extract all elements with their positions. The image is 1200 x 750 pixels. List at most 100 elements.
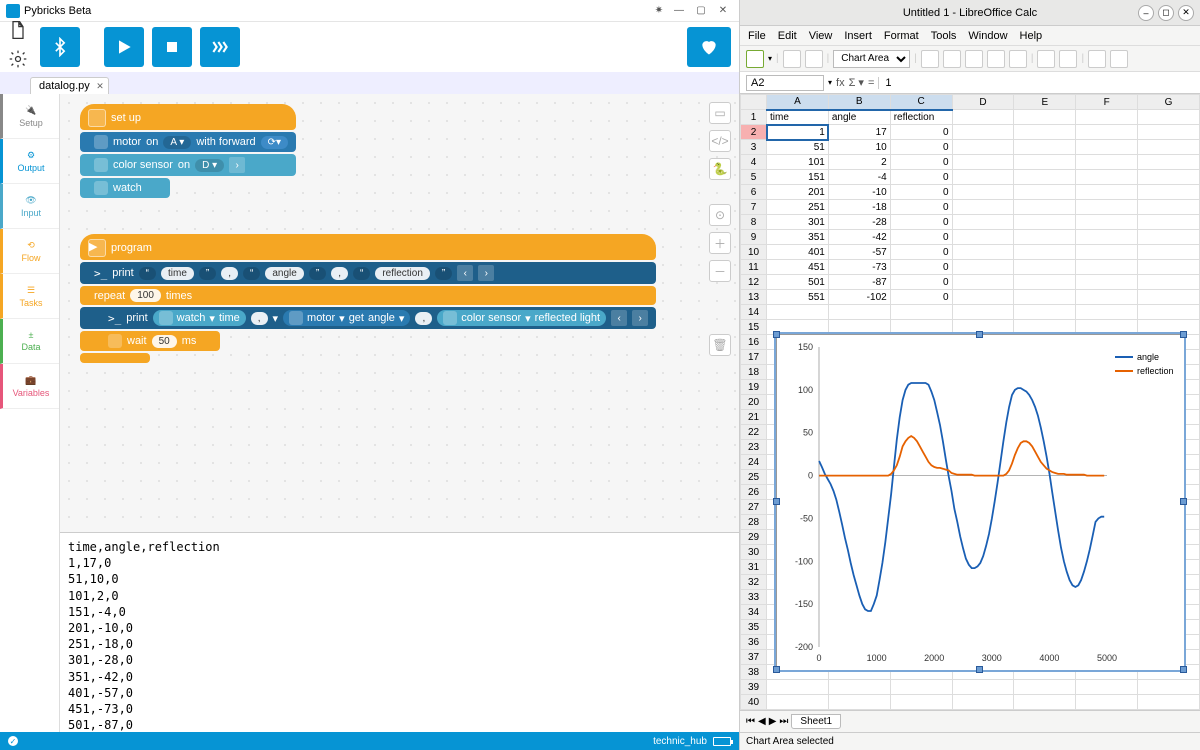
row-header[interactable]: 25 — [741, 470, 767, 485]
chart-wall-icon[interactable] — [987, 50, 1005, 68]
minimize-button[interactable]: — — [669, 3, 689, 19]
new-file-icon[interactable] — [8, 20, 28, 45]
cell[interactable]: 0 — [890, 275, 952, 290]
row-header[interactable]: 22 — [741, 425, 767, 440]
chevron-right-icon[interactable]: › — [632, 310, 648, 326]
row-header[interactable]: 30 — [741, 545, 767, 560]
cell[interactable]: 551 — [767, 290, 829, 305]
row-header[interactable]: 1 — [741, 110, 767, 125]
block-print-headers[interactable]: >_ print “time” , “angle” , “reflection”… — [80, 262, 656, 284]
row-header[interactable]: 40 — [741, 695, 767, 710]
cell[interactable]: -87 — [828, 275, 890, 290]
cell[interactable]: 0 — [890, 230, 952, 245]
last-sheet-icon[interactable]: ⏭ — [779, 716, 788, 727]
block-watch[interactable]: watch — [80, 178, 170, 198]
row-header[interactable]: 4 — [741, 155, 767, 170]
zoom-in-icon[interactable]: ＋ — [709, 232, 731, 254]
cell[interactable]: 0 — [890, 155, 952, 170]
row-header[interactable]: 19 — [741, 380, 767, 395]
col-header[interactable]: C — [890, 95, 952, 110]
chart-type-icon[interactable] — [943, 50, 961, 68]
cell[interactable]: reflection — [890, 110, 952, 125]
cell[interactable]: 501 — [767, 275, 829, 290]
tab-datalog[interactable]: datalog.py✕ — [30, 77, 109, 94]
cell[interactable]: angle — [828, 110, 890, 125]
row-header[interactable]: 14 — [741, 305, 767, 320]
python-icon[interactable]: 🐍 — [709, 158, 731, 180]
row-header[interactable]: 34 — [741, 605, 767, 620]
expr-reflected-light[interactable]: color sensor ▾ reflected light — [437, 310, 606, 326]
cell[interactable]: 0 — [890, 260, 952, 275]
cell[interactable]: 2 — [828, 155, 890, 170]
row-header[interactable]: 15 — [741, 320, 767, 335]
axes-icon[interactable] — [1059, 50, 1077, 68]
row-header[interactable]: 31 — [741, 560, 767, 575]
category-setup[interactable]: 🔌Setup — [0, 94, 59, 139]
port-dropdown[interactable]: A ▾ — [163, 136, 191, 149]
block-wait[interactable]: wait 50 ms — [80, 331, 220, 351]
spreadsheet[interactable]: ABCDEFG1timeanglereflection2117035110041… — [740, 94, 1200, 710]
minimize-button[interactable]: – — [1138, 5, 1154, 21]
col-header[interactable]: D — [952, 95, 1014, 110]
fx-icon[interactable]: fx — [836, 77, 845, 89]
row-header[interactable]: 24 — [741, 455, 767, 470]
cell[interactable]: -73 — [828, 260, 890, 275]
row-header[interactable]: 36 — [741, 635, 767, 650]
row-header[interactable]: 38 — [741, 665, 767, 680]
trash-icon[interactable]: 🗑 — [709, 334, 731, 356]
menu-file[interactable]: File — [748, 30, 766, 42]
print-preview-icon[interactable] — [805, 50, 823, 68]
stop-button[interactable] — [152, 27, 192, 67]
close-button[interactable]: ✕ — [713, 3, 733, 19]
close-button[interactable]: ✕ — [1178, 5, 1194, 21]
embedded-chart[interactable]: -200-150-100-500501001500100020003000400… — [776, 334, 1184, 670]
row-header[interactable]: 10 — [741, 245, 767, 260]
chart-grid-icon[interactable] — [1009, 50, 1027, 68]
block-program-hat[interactable]: ▶program — [80, 234, 656, 260]
row-header[interactable]: 13 — [741, 290, 767, 305]
cell[interactable]: 17 — [828, 125, 890, 140]
cell[interactable]: 401 — [767, 245, 829, 260]
category-flow[interactable]: ⟲Flow — [0, 229, 59, 274]
name-box[interactable]: A2 — [746, 75, 824, 91]
row-header[interactable]: 35 — [741, 620, 767, 635]
cell[interactable]: 0 — [890, 245, 952, 260]
cell[interactable]: 0 — [890, 185, 952, 200]
menu-insert[interactable]: Insert — [844, 30, 872, 42]
settings-icon[interactable]: ✷ — [649, 3, 669, 19]
row-header[interactable]: 7 — [741, 200, 767, 215]
row-header[interactable]: 5 — [741, 170, 767, 185]
equals-icon[interactable]: = — [868, 77, 874, 89]
row-header[interactable]: 11 — [741, 260, 767, 275]
code-icon[interactable]: </> — [709, 130, 731, 152]
center-icon[interactable]: ⊙ — [709, 204, 731, 226]
row-header[interactable]: 6 — [741, 185, 767, 200]
maximize-button[interactable]: ◻ — [1158, 5, 1174, 21]
cell[interactable]: 351 — [767, 230, 829, 245]
category-data[interactable]: ±Data — [0, 319, 59, 364]
expr-watch-time[interactable]: watch ▾ time — [153, 310, 246, 326]
cell[interactable]: -10 — [828, 185, 890, 200]
expr-motor-angle[interactable]: motor ▾ get angle ▾ — [283, 310, 410, 326]
next-sheet-icon[interactable]: ▶ — [769, 716, 777, 727]
category-variables[interactable]: 💼Variables — [0, 364, 59, 409]
row-header[interactable]: 33 — [741, 590, 767, 605]
cell[interactable]: 201 — [767, 185, 829, 200]
row-header[interactable]: 41 — [741, 710, 767, 711]
menu-format[interactable]: Format — [884, 30, 919, 42]
block-motor[interactable]: motor on A ▾ with forward ⟳▾ — [80, 132, 296, 152]
first-sheet-icon[interactable]: ⏮ — [746, 716, 755, 727]
zoom-out-icon[interactable]: － — [709, 260, 731, 282]
row-header[interactable]: 3 — [741, 140, 767, 155]
name-box-dropdown-icon[interactable]: ▾ — [828, 78, 832, 87]
col-header[interactable]: B — [828, 95, 890, 110]
cell[interactable]: 0 — [890, 125, 952, 140]
data-ranges-icon[interactable] — [1088, 50, 1106, 68]
sponsor-button[interactable] — [687, 27, 731, 67]
formula-input[interactable]: 1 — [878, 77, 891, 89]
prev-sheet-icon[interactable]: ◀ — [758, 716, 766, 727]
gear-icon[interactable] — [8, 49, 28, 74]
row-header[interactable]: 17 — [741, 350, 767, 365]
menu-edit[interactable]: Edit — [778, 30, 797, 42]
direction-icon[interactable]: ⟳▾ — [261, 136, 288, 149]
